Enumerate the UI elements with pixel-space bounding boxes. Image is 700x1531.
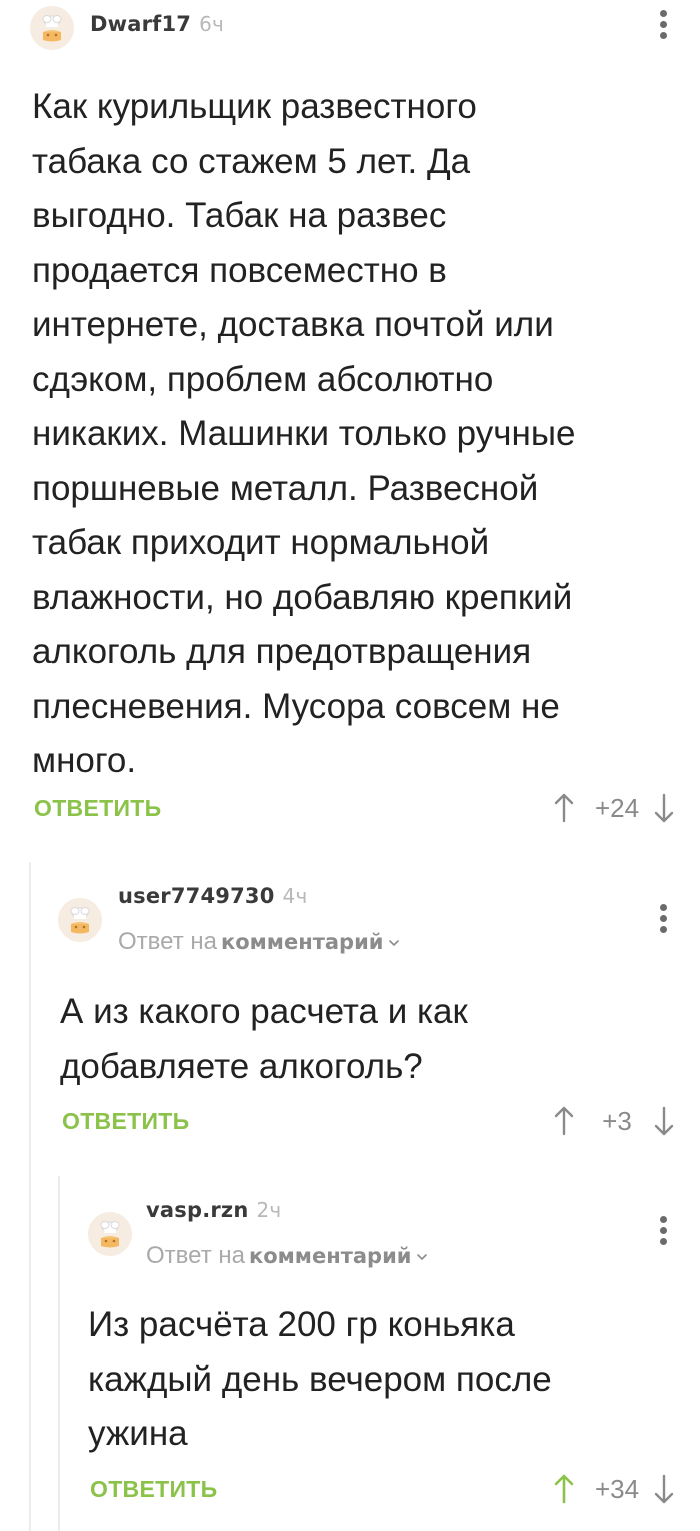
reply-to-link[interactable]: комментарий — [249, 1244, 412, 1268]
reply-to-link[interactable]: комментарий — [221, 930, 384, 954]
author-name-text[interactable]: user7749730 — [118, 884, 275, 908]
vote-controls: +3 — [552, 1103, 676, 1139]
author-name-text[interactable]: Dwarf17 — [90, 12, 191, 36]
default-avatar-icon[interactable] — [88, 1212, 132, 1256]
comment-text: А из какого расчета и как добавляете алк… — [60, 992, 468, 1086]
menu-dot-icon — [660, 904, 667, 911]
rating-value: +3 — [602, 1105, 632, 1136]
comment-header: user7749730 4ч Ответ на комментарий — [30, 870, 700, 955]
more-menu-button[interactable] — [654, 1214, 674, 1248]
reply-to-prefix: Ответ на — [146, 1242, 245, 1269]
rating-value: +24 — [594, 792, 640, 823]
comment: Dwarf17 6ч Как курильщик развестного таба… — [0, 0, 700, 850]
comment-reply: user7749730 4ч Ответ на комментарий А из к… — [30, 870, 700, 1170]
menu-dot-icon — [660, 32, 667, 39]
downvote-arrow-icon[interactable] — [652, 1473, 676, 1505]
upvote-arrow-icon[interactable] — [552, 1105, 576, 1137]
more-menu-button[interactable] — [654, 902, 674, 936]
author-name-text[interactable]: vasp.rzn — [146, 1198, 249, 1222]
downvote-arrow-icon[interactable] — [652, 1105, 676, 1137]
reply-to-line: Ответ на комментарий — [118, 928, 400, 956]
comment-header: vasp.rzn 2ч Ответ на комментарий — [58, 1184, 700, 1269]
reply-button[interactable]: ОТВЕТИТЬ — [62, 1108, 189, 1135]
comment-text: Как курильщик развестного табака со стаж… — [32, 87, 576, 780]
upvote-arrow-icon[interactable] — [552, 792, 576, 824]
reply-button[interactable]: ОТВЕТИТЬ — [90, 1476, 217, 1503]
default-avatar-icon[interactable] — [30, 6, 74, 50]
comment-time: 4ч — [282, 884, 308, 908]
chevron-down-icon[interactable] — [388, 938, 400, 948]
comment-text: Из расчёта 200 гр коньяка каждый день ве… — [88, 1305, 552, 1453]
menu-dot-icon — [660, 10, 667, 17]
menu-dot-icon — [660, 926, 667, 933]
default-avatar-icon[interactable] — [58, 898, 102, 942]
chevron-down-icon[interactable] — [416, 1252, 428, 1262]
vote-controls: +34 — [552, 1471, 676, 1507]
upvote-arrow-icon[interactable] — [552, 1473, 576, 1505]
menu-dot-icon — [660, 21, 667, 28]
comment-reply: vasp.rzn 2ч Ответ на комментарий Из расчёт… — [58, 1184, 700, 1531]
comment-time: 6ч — [199, 12, 225, 36]
author-name[interactable]: Dwarf17 6ч — [90, 12, 224, 36]
menu-dot-icon — [660, 1227, 667, 1234]
comment-time: 2ч — [256, 1198, 282, 1222]
author-name[interactable]: vasp.rzn 2ч — [146, 1198, 281, 1222]
reply-button[interactable]: ОТВЕТИТЬ — [34, 795, 161, 822]
author-name[interactable]: user7749730 4ч — [118, 884, 308, 908]
downvote-arrow-icon[interactable] — [652, 792, 676, 824]
menu-dot-icon — [660, 1238, 667, 1245]
menu-dot-icon — [660, 915, 667, 922]
more-menu-button[interactable] — [654, 8, 674, 42]
reply-to-line: Ответ на комментарий — [146, 1242, 428, 1270]
comment-header: Dwarf17 6ч — [0, 0, 700, 60]
menu-dot-icon — [660, 1216, 667, 1223]
vote-controls: +24 — [552, 790, 676, 826]
reply-to-prefix: Ответ на — [118, 928, 217, 955]
rating-value: +34 — [594, 1473, 640, 1504]
